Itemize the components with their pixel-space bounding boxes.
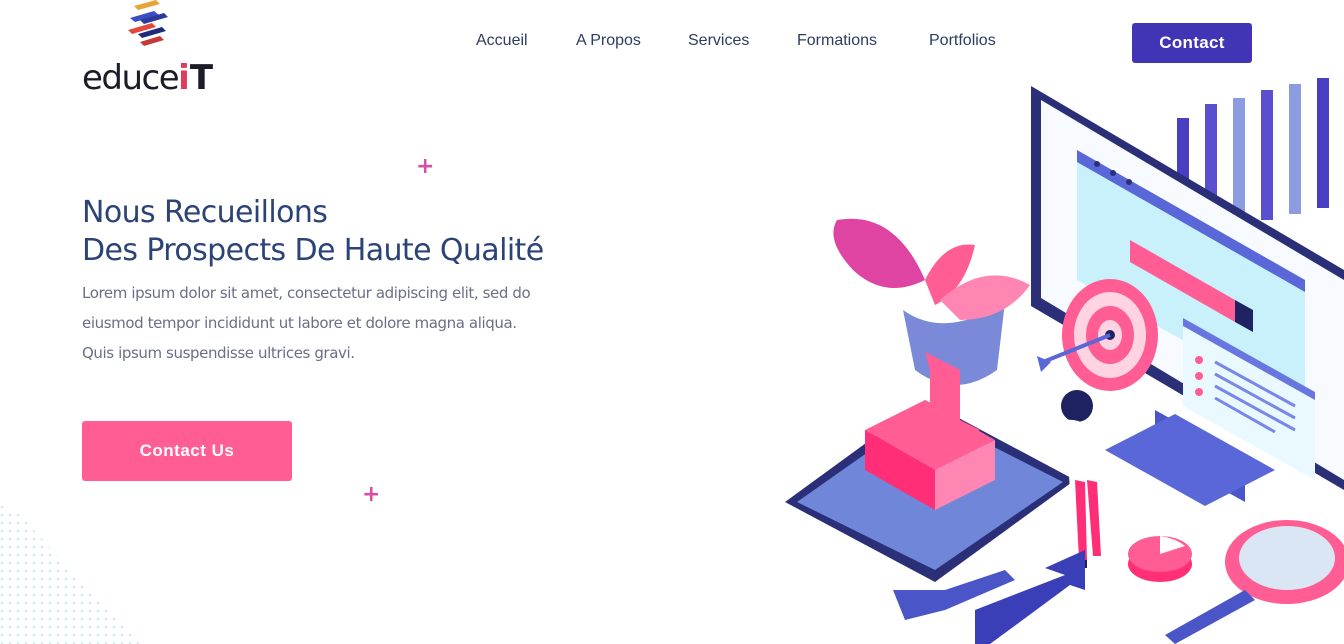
logo-mark-icon xyxy=(128,0,168,46)
tablet xyxy=(785,352,1075,582)
hero-title-line: Nous Recueillons xyxy=(82,195,328,230)
nav-item-formations[interactable]: Formations xyxy=(797,32,877,50)
hero-description-line: Lorem ipsum dolor sit amet, consectetur … xyxy=(82,284,531,302)
hero-description-line: Quis ipsum suspendisse ultrices gravi. xyxy=(82,344,355,362)
hero-description: Lorem ipsum dolor sit amet, consectetur … xyxy=(82,278,602,368)
hero-title: Nous Recueillons Des Prospects De Haute … xyxy=(82,194,544,270)
plus-icon: + xyxy=(416,154,435,179)
logo-wordmark: educeiT xyxy=(82,58,214,98)
nav-item-accueil[interactable]: Accueil xyxy=(476,32,528,50)
dot-pattern-decoration xyxy=(0,505,140,644)
nav-item-portfolios[interactable]: Portfolios xyxy=(929,32,996,50)
logo[interactable]: educeiT xyxy=(82,0,242,100)
nav-item-services[interactable]: Services xyxy=(688,32,749,50)
plus-icon: + xyxy=(362,482,381,507)
contact-button[interactable]: Contact xyxy=(1132,23,1252,63)
hero-description-line: eiusmod tempor incididunt ut labore et d… xyxy=(82,314,517,332)
magnifier-icon xyxy=(1165,520,1344,644)
hero-title-line: Des Prospects De Haute Qualité xyxy=(82,233,544,268)
nav-item-a-propos[interactable]: A Propos xyxy=(576,32,641,50)
pie-chart-decoration xyxy=(1128,536,1192,582)
hero-illustration xyxy=(785,78,1344,644)
contact-us-button[interactable]: Contact Us xyxy=(82,421,292,481)
